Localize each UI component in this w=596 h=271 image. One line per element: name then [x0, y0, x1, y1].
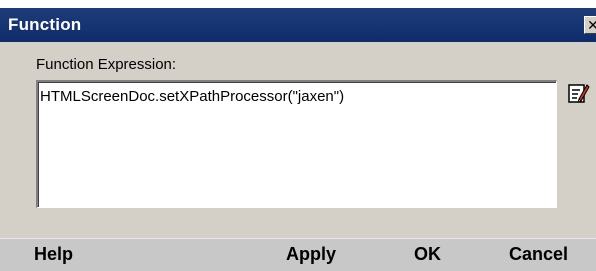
title-bar: Function ✕ [0, 8, 596, 42]
apply-button[interactable]: Apply [286, 244, 336, 265]
expression-label: Function Expression: [36, 56, 177, 73]
dialog-title: Function [8, 15, 82, 34]
button-bar: Help Apply OK Cancel [0, 238, 596, 271]
function-dialog: Function ✕ Function Expression: HTMLScre… [0, 0, 596, 271]
help-button[interactable]: Help [34, 244, 73, 265]
edit-icon-graphic [568, 84, 590, 103]
close-button[interactable]: ✕ [584, 16, 596, 34]
expression-textarea[interactable]: HTMLScreenDoc.setXPathProcessor("jaxen") [36, 80, 557, 208]
top-strip [0, 0, 596, 8]
edit-icon[interactable] [568, 82, 590, 104]
close-icon: ✕ [587, 17, 596, 33]
cancel-button[interactable]: Cancel [509, 244, 568, 265]
ok-button[interactable]: OK [414, 244, 441, 265]
